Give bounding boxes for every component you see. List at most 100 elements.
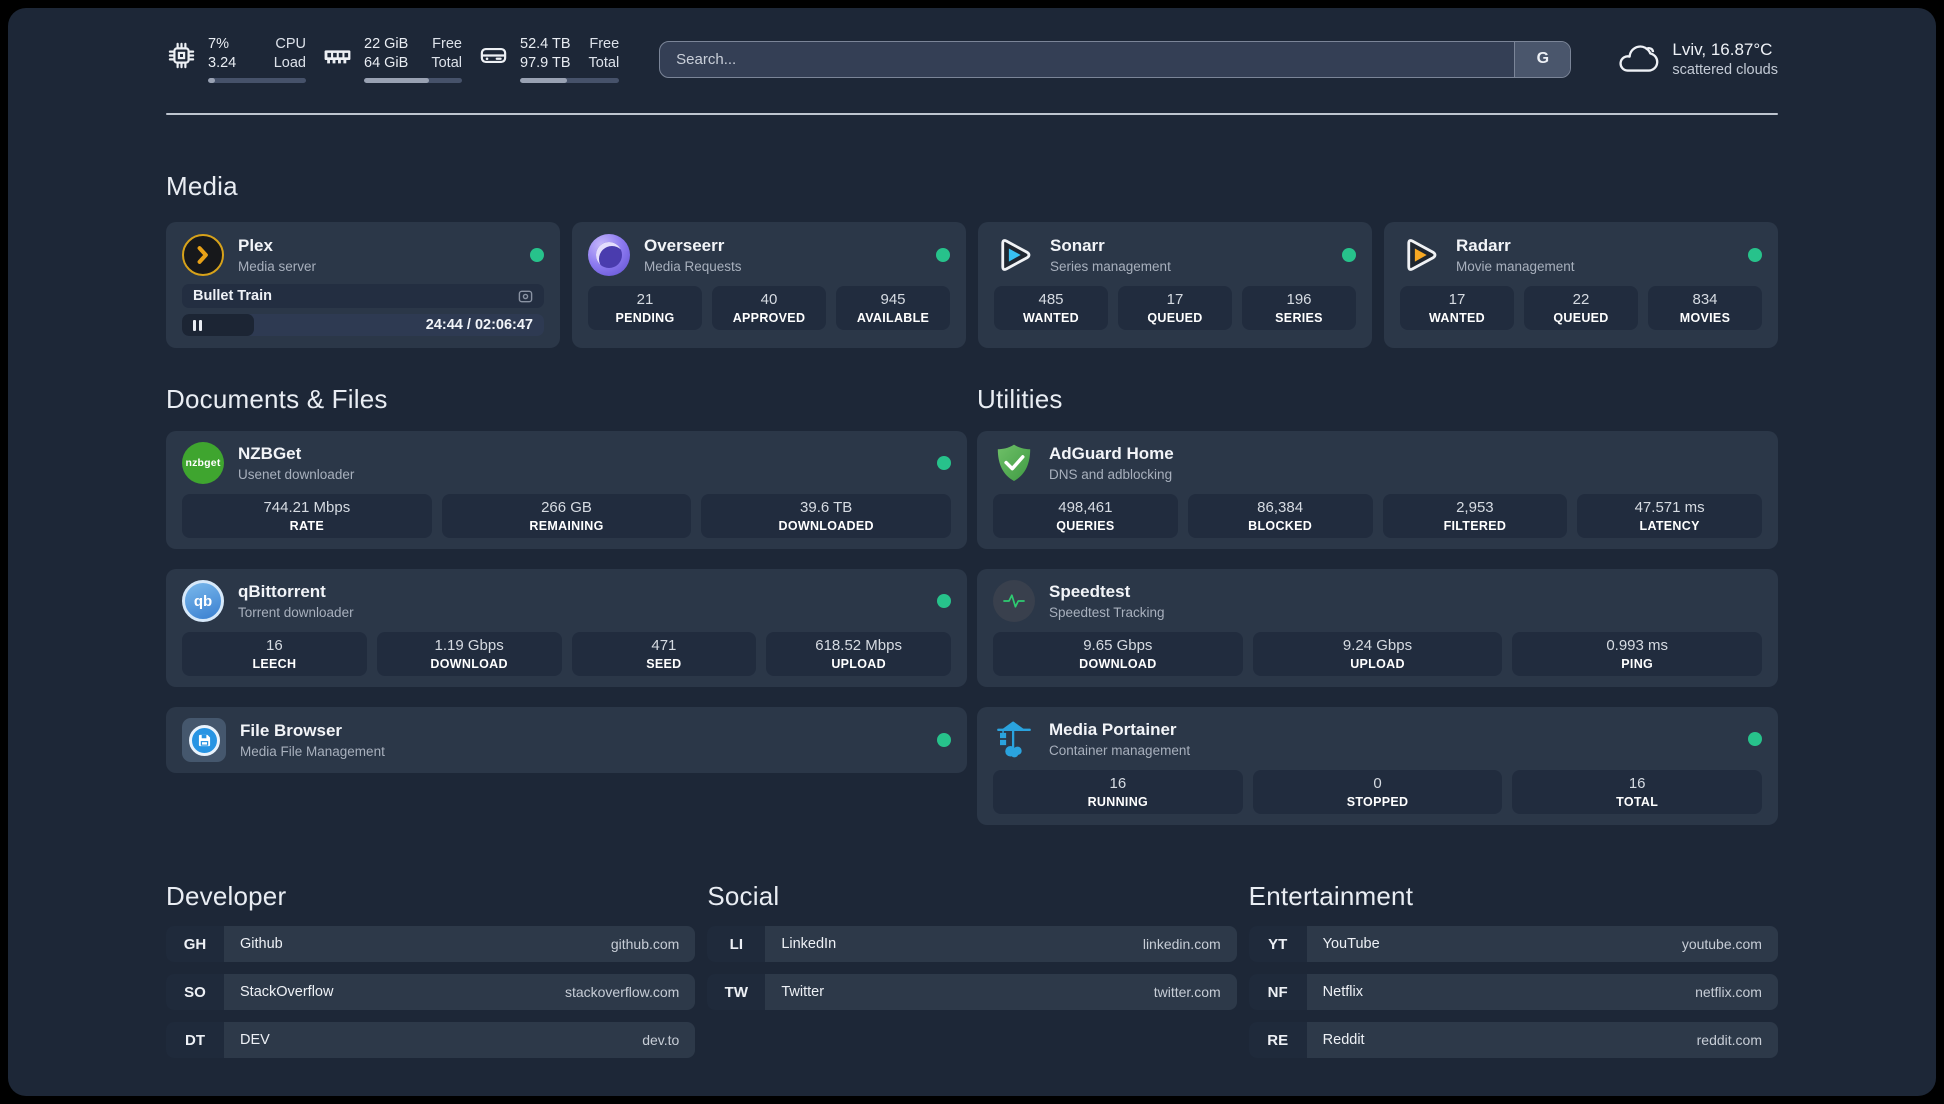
stat-tile: 0.993 ms PING <box>1512 632 1763 676</box>
overseerr-card[interactable]: Overseerr Media Requests 21 PENDING 40 APP… <box>572 222 966 348</box>
status-dot <box>1342 248 1356 262</box>
adguard-card[interactable]: AdGuard Home DNS and adblocking 498,461 Q… <box>977 431 1778 549</box>
bookmark-abbr: RE <box>1248 1022 1307 1058</box>
bookmark-linkedin[interactable]: LI LinkedIn linkedin.com <box>707 926 1237 962</box>
disk-icon <box>480 47 507 63</box>
ram-icon <box>324 49 351 63</box>
section-title-utilities: Utilities <box>977 384 1063 414</box>
disk-progress-bar <box>520 77 620 83</box>
bookmark-youtube[interactable]: YT YouTube youtube.com <box>1248 926 1778 962</box>
bookmark-name: DEV <box>240 1032 270 1048</box>
status-dot <box>1748 248 1762 262</box>
app-title: AdGuard Home <box>1049 444 1174 463</box>
app-title: Plex <box>238 236 273 255</box>
stat-tile: 266 GB REMAINING <box>441 494 692 538</box>
bookmark-name: YouTube <box>1322 936 1380 952</box>
bookmark-github[interactable]: GH Github github.com <box>166 926 696 962</box>
stat-tile: 618.52 Mbps UPLOAD <box>766 632 951 676</box>
playback-time: 24:44 / 02:06:47 <box>425 317 533 333</box>
app-title: Radarr <box>1456 236 1511 255</box>
app-subtitle: Media server <box>238 259 317 274</box>
playback-progress-bar[interactable]: 24:44 / 02:06:47 <box>182 314 544 336</box>
stat-tile: 47.571 ms LATENCY <box>1577 494 1762 538</box>
adguard-icon <box>993 442 1035 484</box>
stat-tile: 945 AVAILABLE <box>836 286 950 330</box>
entertainment-column: Entertainment YT YouTube youtube.com NF N… <box>1248 881 1778 1058</box>
cloud-icon <box>1619 45 1659 72</box>
bookmark-name: Netflix <box>1322 984 1363 1000</box>
filebrowser-icon <box>182 718 226 762</box>
now-playing-row: Bullet Train <box>182 284 544 308</box>
stat-tile: 485 WANTED <box>994 286 1108 330</box>
qbittorrent-card[interactable]: qb qBittorrent Torrent downloader 16 LEEC… <box>166 569 967 687</box>
stat-tile: 16 LEECH <box>182 632 367 676</box>
cpu-labels: CPU Load <box>273 36 306 71</box>
app-subtitle: Usenet downloader <box>238 467 355 482</box>
cpu-progress-bar <box>208 77 306 83</box>
disk-labels: Free Total <box>588 36 620 71</box>
plex-card[interactable]: Plex Media server Bullet Train 24:44 / 0… <box>166 222 560 348</box>
dashboard: 7% 3.24 CPU Load 22 GiB 64 GiB Free Tota… <box>8 8 1936 1096</box>
stat-tile: 1.19 Gbps DOWNLOAD <box>376 632 562 676</box>
app-subtitle: Speedtest Tracking <box>1049 605 1165 620</box>
ram-stat: 22 GiB 64 GiB Free Total <box>322 35 462 83</box>
bookmark-name: Reddit <box>1322 1032 1365 1048</box>
bookmark-url: reddit.com <box>1696 1032 1762 1048</box>
display-icon <box>518 290 533 302</box>
disk-stat: 52.4 TB 97.9 TB Free Total <box>478 35 620 83</box>
stat-tile: 834 MOVIES <box>1648 286 1762 330</box>
bookmark-url: linkedin.com <box>1142 936 1221 952</box>
bookmark-abbr: NF <box>1248 974 1307 1010</box>
radarr-card[interactable]: Radarr Movie management 17 WANTED 22 QUEUE… <box>1384 222 1778 348</box>
app-subtitle: Container management <box>1049 743 1191 758</box>
speedtest-card[interactable]: Speedtest Speedtest Tracking 9.65 Gbps DO… <box>977 569 1778 687</box>
bookmark-reddit[interactable]: RE Reddit reddit.com <box>1248 1022 1778 1058</box>
bookmark-abbr: GH <box>166 926 224 962</box>
portainer-card[interactable]: Media Portainer Container management 16 R… <box>977 707 1778 825</box>
system-stats: 7% 3.24 CPU Load 22 GiB 64 GiB Free Tota… <box>166 35 620 83</box>
plex-icon <box>182 234 224 276</box>
weather-location-temp: Lviv, 16.87°C <box>1672 40 1773 59</box>
app-title: qBittorrent <box>238 582 326 601</box>
filebrowser-card[interactable]: File Browser Media File Management <box>166 707 967 773</box>
stat-tile: 2,953 FILTERED <box>1382 494 1568 538</box>
app-subtitle: Torrent downloader <box>238 605 354 620</box>
bookmark-url: stackoverflow.com <box>564 984 680 1000</box>
app-title: Media Portainer <box>1049 720 1177 739</box>
bookmark-name: StackOverflow <box>240 984 334 1000</box>
bookmark-stackoverflow[interactable]: SO StackOverflow stackoverflow.com <box>166 974 696 1010</box>
disk-values: 52.4 TB 97.9 TB <box>520 36 571 71</box>
sonarr-card[interactable]: Sonarr Series management 485 WANTED 17 QUE… <box>978 222 1372 348</box>
stat-tile: 86,384 BLOCKED <box>1187 494 1373 538</box>
qbittorrent-icon: qb <box>182 580 224 622</box>
bookmark-dev[interactable]: DT DEV dev.to <box>166 1022 696 1058</box>
app-subtitle: Movie management <box>1456 259 1575 274</box>
stat-tile: 498,461 QUERIES <box>993 494 1178 538</box>
weather-widget: Lviv, 16.87°C scattered clouds <box>1615 40 1778 78</box>
cpu-icon <box>168 42 195 68</box>
stat-tile: 9.65 Gbps DOWNLOAD <box>993 632 1243 676</box>
stat-tile: 16 RUNNING <box>993 770 1243 814</box>
pause-icon[interactable] <box>193 319 202 331</box>
nzbget-card[interactable]: nzbget NZBGet Usenet downloader 744.21 M… <box>166 431 967 549</box>
stat-tile: 21 PENDING <box>588 286 702 330</box>
cpu-stat: 7% 3.24 CPU Load <box>166 35 306 83</box>
stat-tile: 471 SEED <box>571 632 757 676</box>
overseerr-icon <box>588 234 630 276</box>
app-subtitle: Series management <box>1050 259 1171 274</box>
bookmark-netflix[interactable]: NF Netflix netflix.com <box>1248 974 1778 1010</box>
app-title: Overseerr <box>644 236 725 255</box>
app-subtitle: DNS and adblocking <box>1049 467 1173 482</box>
status-dot <box>937 594 951 608</box>
stat-tile: 40 APPROVED <box>712 286 826 330</box>
bookmark-abbr: TW <box>707 974 766 1010</box>
bookmark-twitter[interactable]: TW Twitter twitter.com <box>707 974 1237 1010</box>
radarr-icon <box>1400 234 1442 276</box>
header-divider <box>166 113 1778 115</box>
search-input[interactable] <box>660 41 1515 77</box>
developer-column: Developer GH Github github.com SO StackOv… <box>166 881 696 1058</box>
search-provider-button[interactable]: G <box>1514 41 1571 77</box>
status-dot <box>936 248 950 262</box>
bookmark-name: Github <box>240 936 283 952</box>
app-title: NZBGet <box>238 444 302 463</box>
